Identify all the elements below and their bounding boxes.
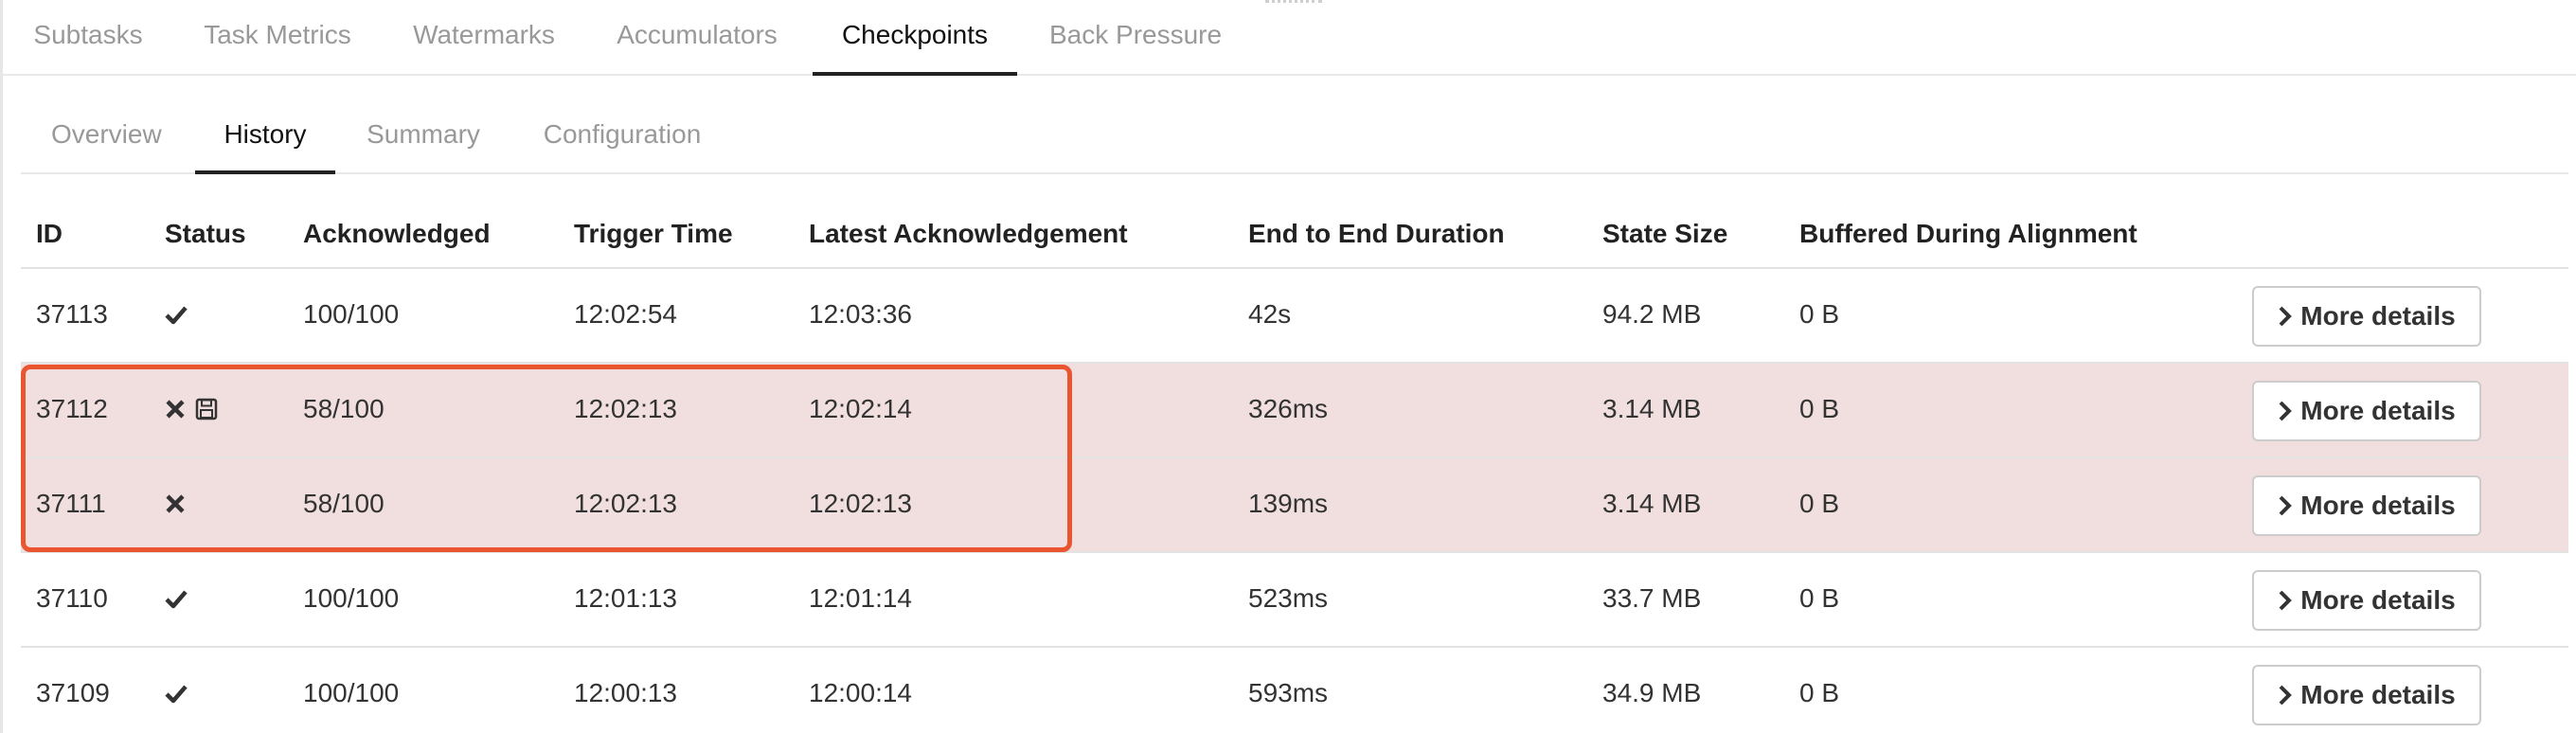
latest-ack-value: 12:03:36 <box>809 299 912 329</box>
tab-task-metrics[interactable]: Task Metrics <box>203 0 352 76</box>
more-details-button[interactable]: More details <box>2252 665 2481 725</box>
chevron-right-icon <box>2279 685 2293 706</box>
state-size-value: 94.2 MB <box>1602 299 1702 329</box>
column-header-latest-acknowledgement: Latest Acknowledgement <box>809 219 1128 248</box>
top-tab-bar: Subtasks Task Metrics Watermarks Accumul… <box>0 0 2576 76</box>
table-row: 37110 100/100 12:01:13 12:01:14 523ms 33… <box>21 553 2568 648</box>
latest-ack-value: 12:00:14 <box>809 678 912 707</box>
table-header-row: ID Status Acknowledged Trigger Time Late… <box>21 174 2568 269</box>
state-size-value: 33.7 MB <box>1602 583 1702 613</box>
column-header-buffered-during-alignment: Buffered During Alignment <box>1799 219 2138 248</box>
checkpoint-id: 37113 <box>36 299 108 329</box>
tab-accumulators[interactable]: Accumulators <box>616 0 778 76</box>
status-cell <box>165 269 188 360</box>
trigger-time-value: 12:02:13 <box>574 394 677 423</box>
chevron-right-icon <box>2279 306 2293 327</box>
buffered-value: 0 B <box>1799 678 1840 707</box>
table-row: 37113 100/100 12:02:54 12:03:36 42s 94.2… <box>21 269 2568 364</box>
chevron-right-icon <box>2279 495 2293 516</box>
status-cell <box>165 364 218 455</box>
buffered-value: 0 B <box>1799 583 1840 613</box>
trigger-time-value: 12:02:54 <box>574 299 677 329</box>
acknowledged-value: 100/100 <box>303 299 400 329</box>
more-details-button[interactable]: More details <box>2252 286 2481 347</box>
more-details-button[interactable]: More details <box>2252 381 2481 441</box>
buffered-value: 0 B <box>1799 299 1840 329</box>
buffered-value: 0 B <box>1799 489 1840 518</box>
duration-value: 42s <box>1248 299 1292 329</box>
tab-checkpoints[interactable]: Checkpoints <box>813 0 1017 76</box>
sub-tab-bar: Overview History Summary Configuration <box>21 98 2568 174</box>
checkpoint-id: 37110 <box>36 583 108 613</box>
check-icon <box>165 685 188 704</box>
tab-back-pressure[interactable]: Back Pressure <box>1049 0 1222 76</box>
duration-value: 326ms <box>1248 394 1329 423</box>
trigger-time-value: 12:00:13 <box>574 678 677 707</box>
state-size-value: 34.9 MB <box>1602 678 1702 707</box>
column-header-acknowledged: Acknowledged <box>303 219 491 248</box>
acknowledged-value: 58/100 <box>303 394 385 423</box>
state-size-value: 3.14 MB <box>1602 489 1702 518</box>
acknowledged-value: 58/100 <box>303 489 385 518</box>
column-header-end-to-end-duration: End to End Duration <box>1248 219 1505 248</box>
trigger-time-value: 12:01:13 <box>574 583 677 613</box>
column-header-trigger-time: Trigger Time <box>574 219 733 248</box>
cross-icon <box>166 400 185 419</box>
column-header-status: Status <box>165 219 246 248</box>
column-header-id: ID <box>36 219 63 248</box>
subtab-summary[interactable]: Summary <box>366 98 481 174</box>
tab-watermarks[interactable]: Watermarks <box>413 0 555 76</box>
latest-ack-value: 12:02:14 <box>809 394 912 423</box>
more-details-button[interactable]: More details <box>2252 570 2481 631</box>
more-details-label: More details <box>2300 301 2456 331</box>
buffered-value: 0 B <box>1799 394 1840 423</box>
status-cell <box>165 458 186 549</box>
more-details-label: More details <box>2300 396 2456 425</box>
checkpoint-id: 37112 <box>36 394 108 423</box>
chevron-right-icon <box>2279 590 2293 611</box>
savepoint-icon <box>195 398 218 420</box>
chevron-right-icon <box>2279 401 2293 421</box>
more-details-label: More details <box>2300 680 2456 709</box>
duration-value: 139ms <box>1248 489 1329 518</box>
duration-value: 523ms <box>1248 583 1329 613</box>
trigger-time-value: 12:02:13 <box>574 489 677 518</box>
duration-value: 593ms <box>1248 678 1329 707</box>
table-row: 37109 100/100 12:00:13 12:00:14 593ms 34… <box>21 648 2568 733</box>
checkpoint-id: 37111 <box>36 489 106 518</box>
checkpoint-id: 37109 <box>36 678 110 707</box>
check-icon <box>165 306 188 325</box>
status-cell <box>165 553 188 644</box>
acknowledged-value: 100/100 <box>303 678 400 707</box>
subtab-history[interactable]: History <box>195 98 335 174</box>
column-header-state-size: State Size <box>1602 219 1728 248</box>
more-details-button[interactable]: More details <box>2252 475 2481 536</box>
state-size-value: 3.14 MB <box>1602 394 1702 423</box>
cross-icon <box>166 494 185 513</box>
checkpoint-history-table: ID Status Acknowledged Trigger Time Late… <box>21 174 2568 733</box>
table-row: 37112 58/100 12:02:13 12:02:14 326ms 3.1… <box>21 364 2568 458</box>
status-cell <box>165 648 188 733</box>
more-details-label: More details <box>2300 491 2456 520</box>
latest-ack-value: 12:01:14 <box>809 583 912 613</box>
table-row: 37111 58/100 12:02:13 12:02:13 139ms 3.1… <box>21 458 2568 553</box>
check-icon <box>165 590 188 609</box>
left-border <box>0 0 3 733</box>
more-details-label: More details <box>2300 585 2456 615</box>
tab-subtasks[interactable]: Subtasks <box>32 0 144 76</box>
subtab-overview[interactable]: Overview <box>51 98 162 174</box>
latest-ack-value: 12:02:13 <box>809 489 912 518</box>
acknowledged-value: 100/100 <box>303 583 400 613</box>
subtab-configuration[interactable]: Configuration <box>542 98 703 174</box>
